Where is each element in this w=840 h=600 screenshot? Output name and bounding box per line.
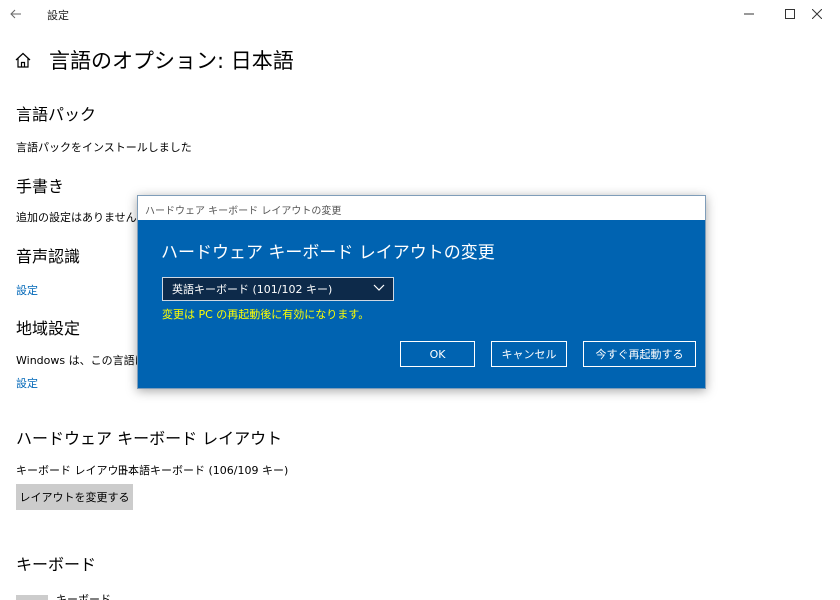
region-settings-link[interactable]: 設定	[16, 375, 38, 391]
hardware-keyboard-heading: ハードウェア キーボード レイアウト	[16, 429, 283, 448]
dialog-window-title: ハードウェア キーボード レイアウトの変更	[145, 206, 342, 217]
change-layout-button[interactable]: レイアウトを変更する	[16, 484, 133, 510]
close-button[interactable]	[794, 0, 840, 28]
speech-heading: 音声認識	[16, 247, 81, 266]
language-pack-heading: 言語パック	[16, 105, 97, 124]
region-heading: 地域設定	[16, 319, 81, 338]
dropdown-selected-value: 英語キーボード (101/102 キー)	[172, 283, 333, 296]
chevron-down-icon	[373, 284, 385, 291]
home-icon[interactable]	[14, 52, 32, 68]
minimize-button[interactable]	[726, 0, 772, 28]
window-titlebar: 設定	[0, 0, 840, 28]
handwriting-status: 追加の設定はありません	[16, 211, 137, 224]
speech-settings-link[interactable]: 設定	[16, 282, 38, 298]
handwriting-heading: 手書き	[16, 177, 65, 196]
keyboard-layout-dropdown[interactable]: 英語キーボード (101/102 キー)	[162, 277, 394, 301]
dialog-body: ハードウェア キーボード レイアウトの変更 英語キーボード (101/102 キ…	[138, 220, 705, 388]
close-icon	[812, 9, 822, 19]
change-layout-dialog: ハードウェア キーボード レイアウトの変更 ハードウェア キーボード レイアウト…	[137, 195, 706, 389]
back-button[interactable]	[0, 0, 32, 28]
keyboard-layout-value: 日本語キーボード (106/109 キー)	[117, 464, 289, 477]
minimize-icon	[744, 13, 754, 15]
keyboard-heading: キーボード	[16, 555, 97, 574]
restart-now-button[interactable]: 今すぐ再起動する	[583, 341, 696, 367]
page-title: 言語のオプション: 日本語	[49, 49, 294, 73]
ok-button[interactable]: OK	[400, 341, 475, 367]
page-header: 言語のオプション: 日本語	[14, 44, 294, 76]
language-pack-status: 言語パックをインストールしました	[16, 141, 192, 154]
region-description: Windows は、この言語に基	[16, 354, 157, 367]
cancel-button[interactable]: キャンセル	[491, 341, 567, 367]
back-arrow-icon	[10, 9, 21, 19]
keyboard-layout-label: キーボード レイアウト:	[16, 464, 134, 477]
restart-note: 変更は PC の再起動後に有効になります。	[162, 308, 370, 321]
dialog-heading: ハードウェア キーボード レイアウトの変更	[161, 243, 495, 263]
dialog-titlebar: ハードウェア キーボード レイアウトの変更	[138, 196, 705, 220]
keyboard-item-label[interactable]: キーボード	[56, 591, 136, 600]
keyboard-item-icon[interactable]	[16, 595, 48, 600]
app-title: 設定	[47, 9, 69, 22]
